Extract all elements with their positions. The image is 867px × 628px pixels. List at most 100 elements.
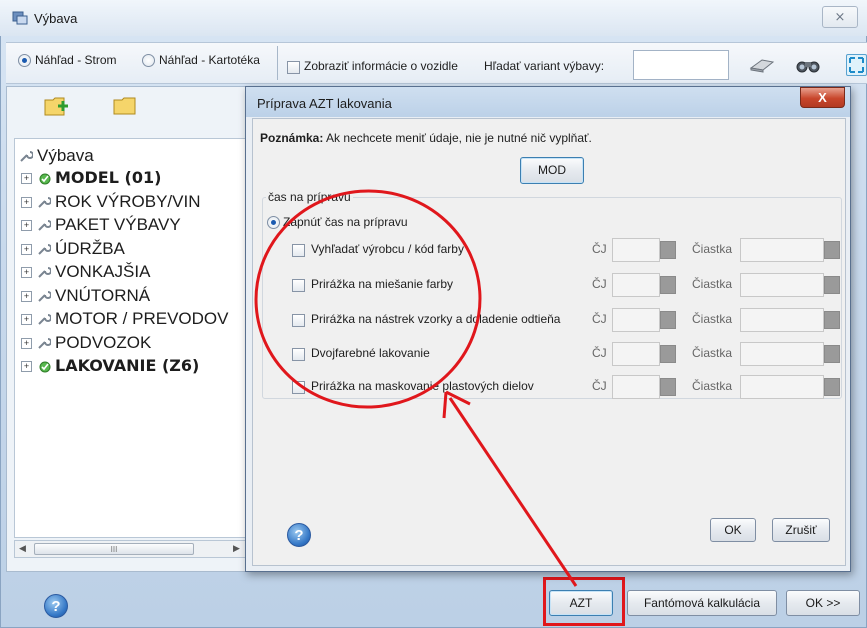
expand-toggle-icon[interactable]: + — [21, 243, 32, 255]
amount-lookup-button[interactable] — [824, 311, 840, 329]
enable-prep-time-radio[interactable] — [267, 216, 280, 229]
expand-toggle-icon[interactable]: + — [21, 173, 32, 184]
check-wrench-icon — [39, 361, 51, 373]
amount-input[interactable] — [740, 342, 824, 366]
view-card-label: Náhľad - Kartotéka — [159, 53, 260, 67]
amount-label: Čiastka — [692, 379, 733, 393]
toolbar-divider — [277, 46, 278, 80]
amount-lookup-button[interactable] — [824, 345, 840, 363]
note-label: Poznámka: — [260, 131, 324, 145]
find-variant-label: Hľadať variant výbavy: — [484, 59, 605, 73]
app-icon — [12, 11, 28, 25]
scroll-grip: III — [110, 545, 118, 554]
unit-input[interactable] — [612, 375, 660, 399]
amount-input[interactable] — [740, 273, 824, 297]
amount-label: Čiastka — [692, 312, 733, 326]
show-vehicle-info-label: Zobraziť informácie o vozidle — [304, 59, 458, 73]
amount-lookup-button[interactable] — [824, 241, 840, 259]
tree-item-label: ÚDRŽBA — [55, 238, 125, 258]
dialog-help-icon[interactable]: ? — [287, 523, 311, 547]
expand-toggle-icon[interactable]: + — [21, 290, 32, 302]
note-text: Poznámka: Ak nechcete meniť údaje, nie j… — [260, 131, 592, 145]
help-icon[interactable]: ? — [44, 594, 68, 618]
unit-label: ČJ — [592, 379, 607, 393]
prep-time-group-title: čas na prípravu — [266, 190, 353, 204]
expand-toggle-icon[interactable]: + — [21, 220, 32, 231]
close-icon[interactable]: ⨯ — [822, 6, 858, 28]
unit-lookup-button[interactable] — [660, 276, 676, 294]
azt-highlight-box — [543, 577, 625, 626]
tree-item-label: ROK VÝROBY/VIN — [55, 191, 201, 211]
amount-input[interactable] — [740, 375, 824, 399]
expand-icon[interactable] — [846, 54, 867, 76]
view-card-radio[interactable] — [142, 54, 155, 67]
unit-label: ČJ — [592, 346, 607, 360]
wrench-icon — [38, 314, 51, 325]
amount-label: Čiastka — [692, 346, 733, 360]
unit-lookup-button[interactable] — [660, 345, 676, 363]
unit-lookup-button[interactable] — [660, 378, 676, 396]
main-titlebar — [0, 0, 867, 36]
wrench-icon — [20, 151, 33, 162]
wrench-icon — [38, 196, 51, 208]
option-label: Prirážka na nástrek vzorky a doladenie o… — [311, 312, 561, 326]
unit-lookup-button[interactable] — [660, 311, 676, 329]
expand-toggle-icon[interactable]: + — [21, 361, 32, 372]
dialog-cancel-button[interactable]: Zrušiť — [772, 518, 830, 542]
option-label: Vyhľadať výrobcu / kód farby — [311, 242, 464, 256]
tree-item-label: VNÚTORNÁ — [55, 285, 151, 305]
eraser-icon[interactable] — [748, 56, 776, 74]
amount-input[interactable] — [740, 238, 824, 262]
amount-label: Čiastka — [692, 277, 733, 291]
tree-item-label: LAKOVANIE (Z6) — [55, 356, 200, 375]
unit-label: ČJ — [592, 312, 607, 326]
dialog-close-icon[interactable]: X — [800, 87, 845, 108]
tree-item-label: PODVOZOK — [55, 332, 152, 352]
option-label: Prirážka na maskovanie plastových dielov — [311, 379, 534, 393]
phantom-calculation-button[interactable]: Fantómová kalkulácia — [627, 590, 777, 616]
view-tree-radio[interactable] — [18, 54, 31, 67]
scroll-thumb[interactable]: III — [34, 543, 194, 555]
option-label: Prirážka na miešanie farby — [311, 277, 454, 291]
amount-input[interactable] — [740, 308, 824, 332]
view-tree-label: Náhľad - Strom — [35, 53, 117, 67]
amount-lookup-button[interactable] — [824, 378, 840, 396]
dialog-title: Príprava AZT lakovania — [257, 96, 392, 111]
scroll-left-icon[interactable]: ◀ — [19, 543, 26, 554]
expand-toggle-icon[interactable]: + — [21, 337, 32, 349]
wrench-icon — [38, 337, 51, 349]
unit-input[interactable] — [612, 342, 660, 366]
tree-item-label: MODEL (01) — [55, 168, 162, 187]
unit-lookup-button[interactable] — [660, 241, 676, 259]
option-checkbox[interactable] — [292, 314, 305, 327]
unit-input[interactable] — [612, 238, 660, 262]
option-checkbox[interactable] — [292, 279, 305, 292]
dialog-ok-button[interactable]: OK — [710, 518, 756, 542]
option-checkbox[interactable] — [292, 244, 305, 257]
option-checkbox[interactable] — [292, 348, 305, 361]
folder-add-icon[interactable] — [44, 95, 70, 117]
option-checkbox[interactable] — [292, 381, 305, 394]
unit-label: ČJ — [592, 277, 607, 291]
scroll-right-icon[interactable]: ▶ — [233, 543, 240, 554]
find-variant-input[interactable] — [633, 50, 729, 80]
expand-toggle-icon[interactable]: + — [21, 196, 32, 208]
unit-input[interactable] — [612, 308, 660, 332]
expand-toggle-icon[interactable]: + — [21, 314, 32, 325]
wrench-icon — [38, 290, 51, 302]
check-wrench-icon — [39, 173, 51, 185]
folder-icon[interactable] — [112, 95, 138, 117]
unit-label: ČJ — [592, 242, 607, 256]
tree-item-label: MOTOR / PREVODOV — [55, 309, 229, 328]
show-vehicle-info-checkbox[interactable] — [287, 61, 300, 74]
ok-next-button[interactable]: OK >> — [786, 590, 860, 616]
expand-toggle-icon[interactable]: + — [21, 267, 32, 278]
amount-label: Čiastka — [692, 242, 733, 256]
binoculars-icon[interactable] — [794, 56, 822, 74]
wrench-icon — [38, 220, 51, 231]
unit-input[interactable] — [612, 273, 660, 297]
tree-item-label: PAKET VÝBAVY — [55, 215, 181, 234]
tree-item-label: VONKAJŠIA — [55, 262, 151, 281]
amount-lookup-button[interactable] — [824, 276, 840, 294]
mod-button[interactable]: MOD — [520, 157, 584, 184]
